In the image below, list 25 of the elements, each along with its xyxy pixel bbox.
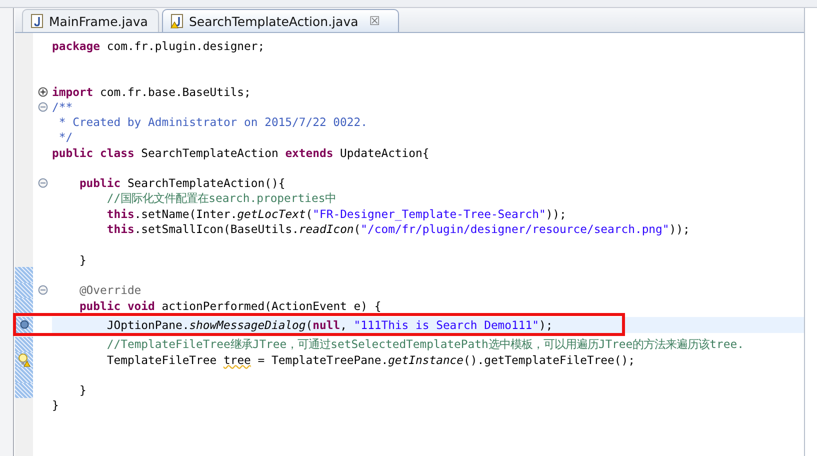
code-line: this.setSmallIcon(BaseUtils.readIcon("/com/fr/plugin/designer/resource/search.png")); — [106, 222, 690, 236]
editor-tab[interactable]: MainFrame.java — [22, 9, 159, 32]
code-line: public void actionPerformed(ActionEvent e) { — [79, 298, 382, 313]
expand-icon[interactable] — [38, 86, 48, 97]
collapse-icon[interactable] — [38, 102, 48, 112]
code-line: package com.fr.plugin.designer; — [52, 38, 265, 53]
code-line: public SearchTemplateAction(){ — [79, 176, 286, 190]
code-line: /** — [52, 100, 73, 114]
code-line: this.setName(Inter.getLocText("FR-Designer_Template-Tree-Search")); — [106, 206, 566, 221]
code-line: */ — [58, 130, 73, 144]
collapse-icon[interactable] — [38, 178, 48, 188]
code-line: } — [79, 252, 86, 267]
editor-tab[interactable]: SearchTemplateAction.java ☒ — [162, 9, 400, 32]
close-button[interactable]: ☒ — [369, 15, 380, 27]
code-line: } — [79, 383, 86, 398]
code-line: public class SearchTemplateAction extends UpdateAction{ — [52, 146, 430, 160]
code-line: //TemplateFileTree继承JTree，可通过setSelectedTemplatePath选中模板，可以用遍历JTree的方法来遍历该tree. — [106, 336, 744, 352]
code-line: import com.fr.base.BaseUtils; — [52, 84, 251, 99]
code-line: JOptionPane.showMessageDialog(null, "111This is Search Demo111"); — [106, 318, 553, 332]
code-line: //国际化文件配置在search.properties中 — [106, 191, 336, 206]
collapse-icon[interactable] — [38, 285, 48, 296]
code-line: } — [52, 398, 59, 412]
code-line: * Created by Administrator on 2015/7/22 0022. — [58, 115, 368, 130]
code-line: @Override — [79, 283, 142, 298]
code-line: TemplateFileTree tree = TemplateTreePane.getInstance().getTemplateFileTree(); — [106, 352, 635, 367]
